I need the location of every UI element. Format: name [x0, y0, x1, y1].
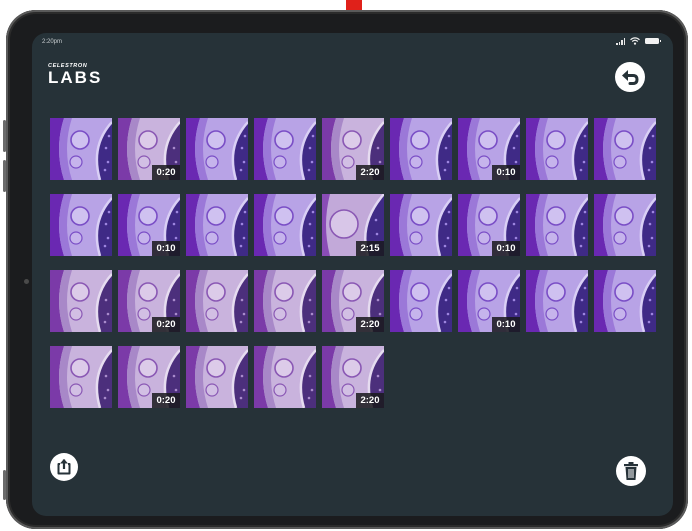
gallery-thumbnail[interactable]	[186, 346, 248, 408]
gallery-thumbnail[interactable]	[254, 270, 316, 332]
gallery-thumbnail[interactable]	[526, 194, 588, 256]
trash-icon	[624, 462, 638, 480]
gallery-thumbnail[interactable]: 0:10	[118, 194, 180, 256]
gallery-thumbnail[interactable]	[186, 118, 248, 180]
video-duration-badge: 0:20	[152, 393, 180, 408]
cellular-signal-icon	[616, 37, 625, 45]
power-button	[3, 470, 6, 500]
video-duration-badge: 2:20	[356, 393, 384, 408]
gallery-thumbnail[interactable]: 2:20	[322, 346, 384, 408]
gallery-thumbnail[interactable]	[186, 270, 248, 332]
volume-button	[3, 120, 6, 152]
video-duration-badge: 2:20	[356, 317, 384, 332]
delete-button[interactable]	[616, 456, 646, 486]
gallery-thumbnail[interactable]	[50, 270, 112, 332]
video-duration-badge: 0:10	[492, 165, 520, 180]
video-duration-badge: 0:20	[152, 317, 180, 332]
gallery-thumbnail[interactable]	[50, 346, 112, 408]
connector-sensor	[24, 279, 29, 284]
gallery-thumbnail[interactable]: 0:20	[118, 118, 180, 180]
gallery-thumbnail[interactable]: 0:10	[458, 118, 520, 180]
video-duration-badge: 0:10	[492, 241, 520, 256]
celestron-labs-logo: CELESTRON LABS	[48, 63, 102, 87]
gallery-thumbnail[interactable]: 2:20	[322, 118, 384, 180]
undo-arrow-icon	[622, 70, 639, 85]
gallery-thumbnail[interactable]	[594, 118, 656, 180]
wifi-icon	[630, 37, 640, 45]
gallery-thumbnail[interactable]: 2:15	[322, 194, 384, 256]
export-icon	[57, 459, 71, 475]
gallery-thumbnail[interactable]: 0:10	[458, 194, 520, 256]
gallery-thumbnail[interactable]	[254, 118, 316, 180]
gallery-thumbnail[interactable]	[390, 270, 452, 332]
video-duration-badge: 0:10	[152, 241, 180, 256]
gallery-thumbnail[interactable]	[526, 270, 588, 332]
logo-product: LABS	[48, 68, 103, 87]
gallery-thumbnail[interactable]	[186, 194, 248, 256]
video-duration-badge: 2:15	[356, 241, 384, 256]
gallery-thumbnail[interactable]	[390, 118, 452, 180]
gallery-thumbnail[interactable]	[50, 194, 112, 256]
status-icons	[616, 36, 661, 46]
media-gallery-grid: 0:20 2:20 0:10 0:10 2:15 0:10 0:20 2:20 0:10 0:20…	[50, 118, 656, 408]
gallery-thumbnail[interactable]	[594, 270, 656, 332]
back-button[interactable]	[615, 62, 645, 92]
gallery-thumbnail[interactable]	[50, 118, 112, 180]
gallery-thumbnail[interactable]	[526, 118, 588, 180]
gallery-thumbnail[interactable]	[390, 194, 452, 256]
app-screen: 2:20pm CELESTRON LABS 0:20 2:20 0:10 0:10 2:…	[32, 33, 673, 516]
gallery-thumbnail[interactable]	[254, 194, 316, 256]
export-button[interactable]	[50, 453, 78, 481]
gallery-thumbnail[interactable]: 0:20	[118, 346, 180, 408]
gallery-thumbnail[interactable]: 0:20	[118, 270, 180, 332]
battery-icon	[645, 38, 661, 44]
video-duration-badge: 0:10	[492, 317, 520, 332]
gallery-thumbnail[interactable]: 2:20	[322, 270, 384, 332]
video-duration-badge: 2:20	[356, 165, 384, 180]
gallery-thumbnail[interactable]	[594, 194, 656, 256]
status-time: 2:20pm	[42, 39, 63, 45]
volume-button	[3, 160, 6, 192]
gallery-thumbnail[interactable]	[254, 346, 316, 408]
gallery-thumbnail[interactable]: 0:10	[458, 270, 520, 332]
video-duration-badge: 0:20	[152, 165, 180, 180]
